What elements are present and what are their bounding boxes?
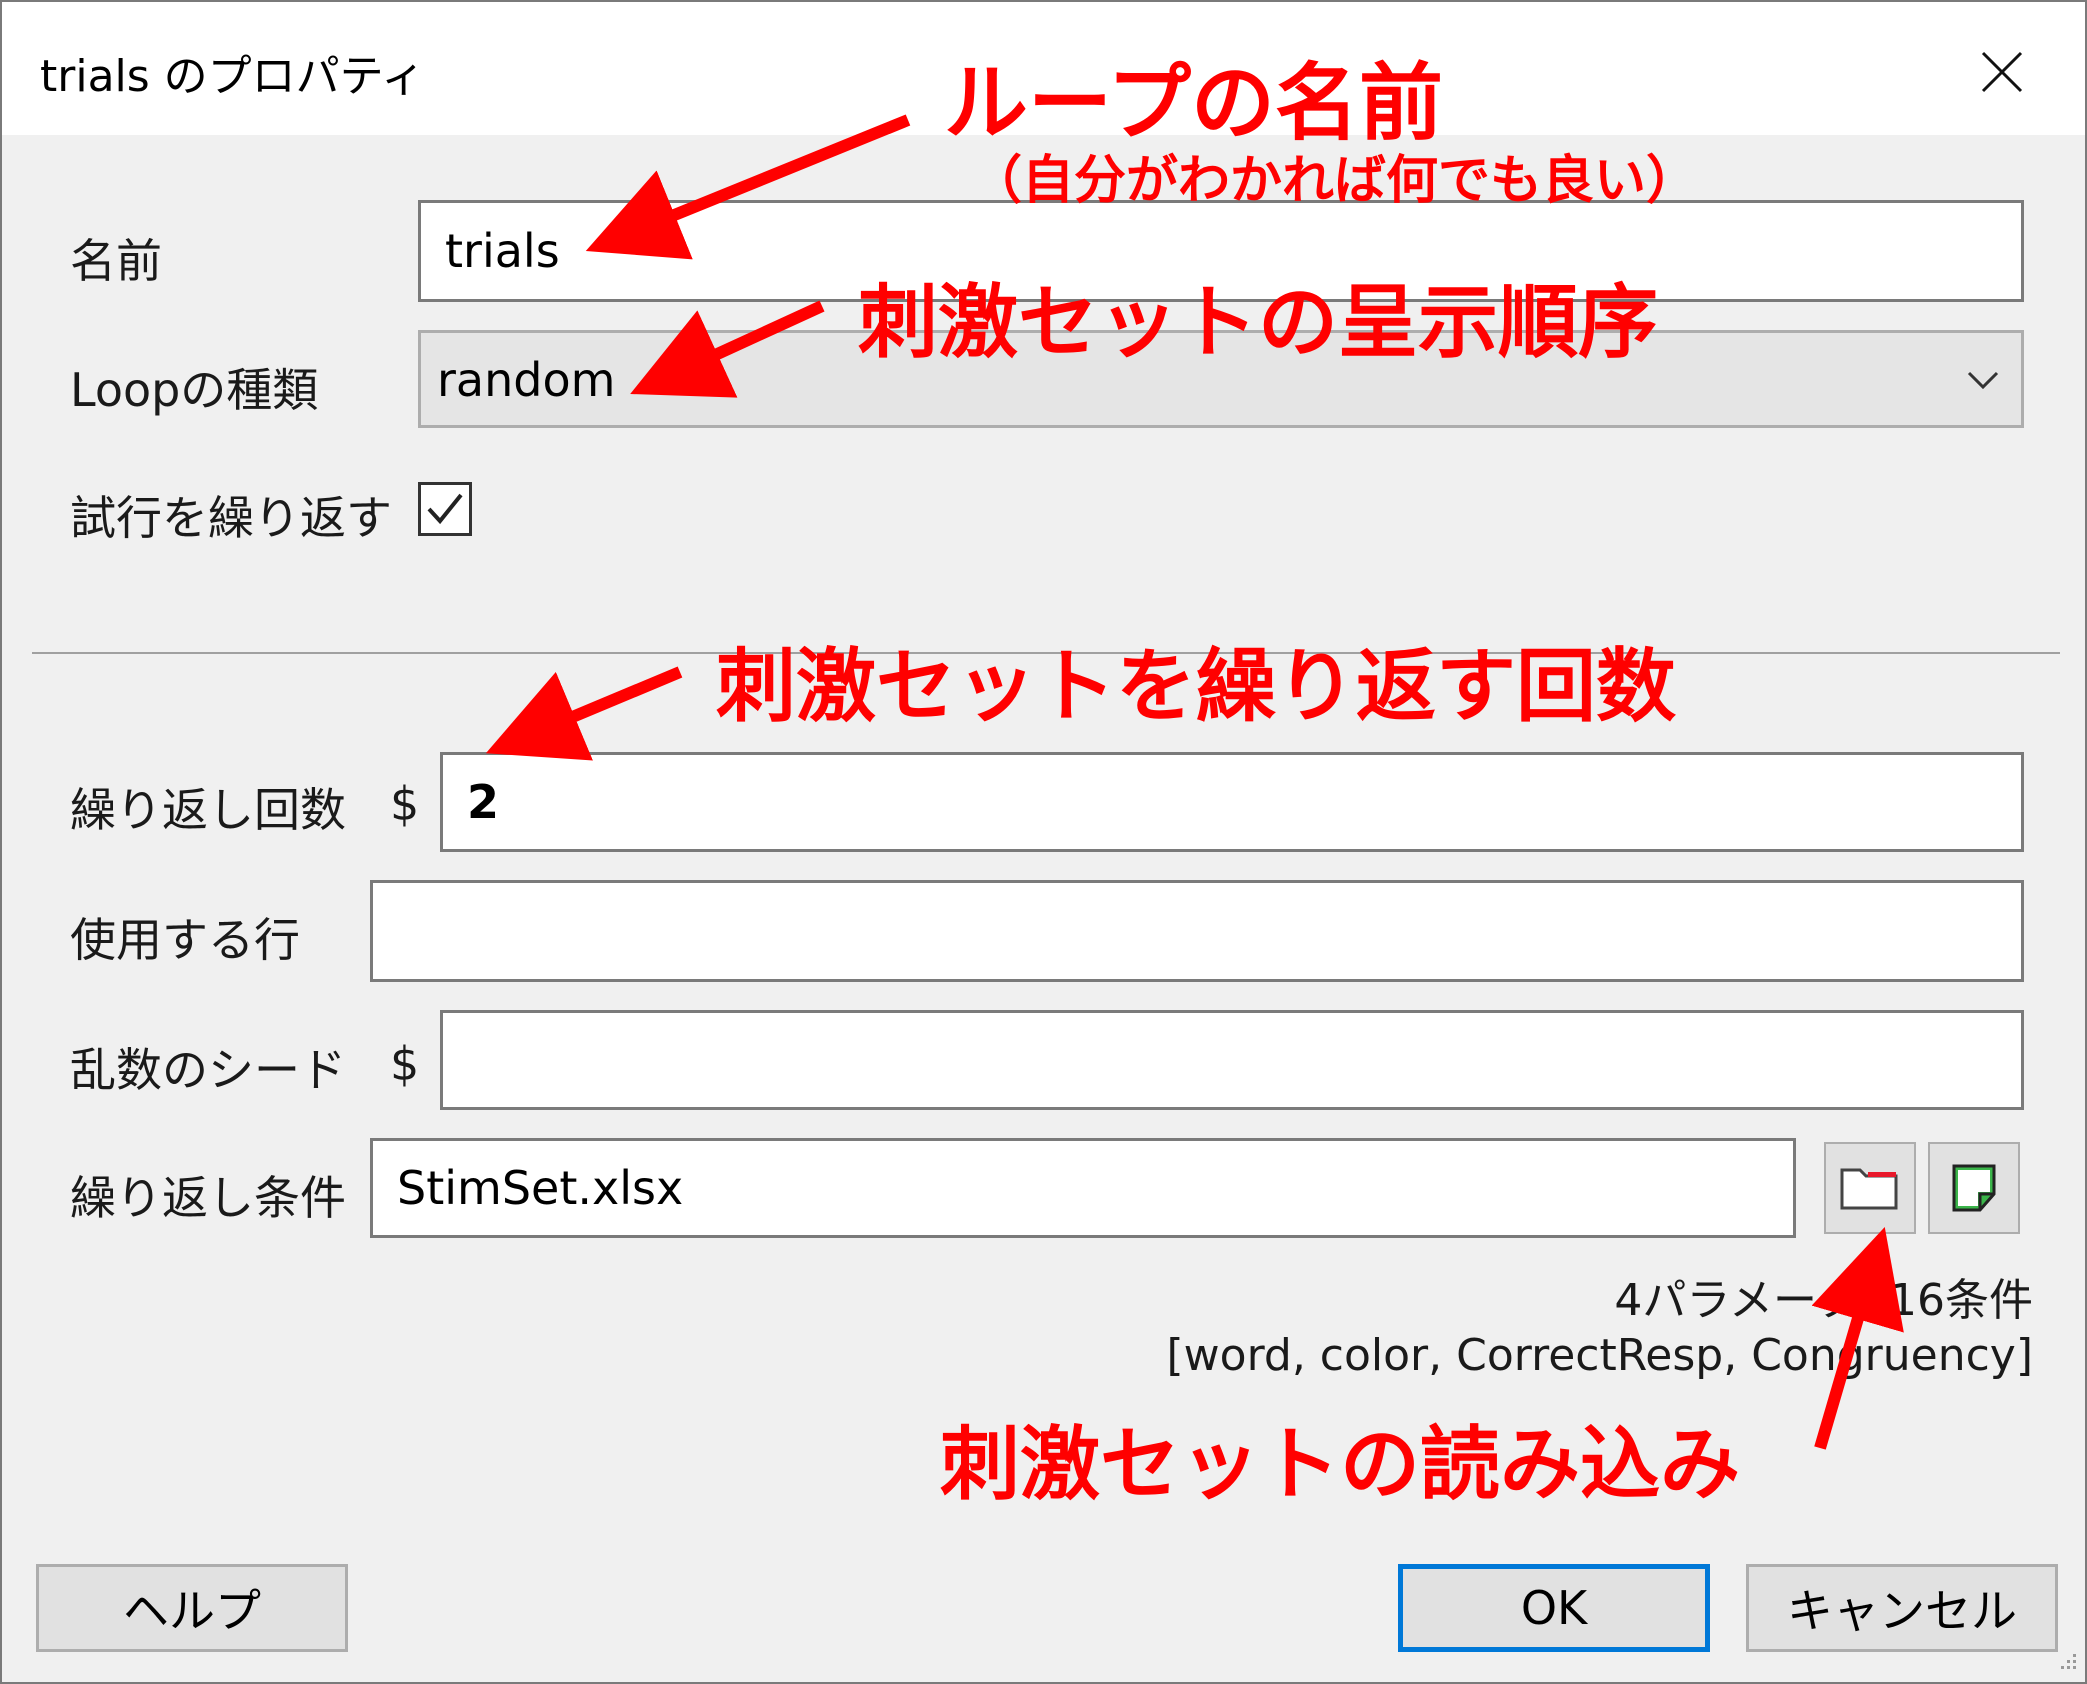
conditions-file-input[interactable] — [370, 1138, 1796, 1238]
sticky-note-icon — [1952, 1164, 1996, 1212]
preview-conditions-button[interactable] — [1928, 1142, 2020, 1234]
open-conditions-button[interactable] — [1824, 1142, 1916, 1234]
name-label: 名前 — [70, 234, 162, 288]
check-icon — [427, 493, 463, 525]
close-button[interactable] — [1962, 32, 2042, 112]
nreps-input[interactable] — [440, 752, 2024, 852]
help-button-label: ヘルプ — [123, 1584, 261, 1638]
help-button[interactable]: ヘルプ — [36, 1564, 348, 1652]
selected-rows-input[interactable] — [370, 880, 2024, 982]
annotation-order: 刺激セットの呈示順序 — [858, 276, 1658, 369]
resize-grip-icon[interactable] — [2053, 1650, 2079, 1676]
conditions-label: 繰り返し条件 — [70, 1171, 346, 1225]
annotation-load: 刺激セットの読み込み — [940, 1418, 1740, 1511]
conditions-summary: 4パラメータ, 16条件 — [1614, 1275, 2033, 1326]
cancel-button-label: キャンセル — [1787, 1584, 2017, 1638]
cancel-button[interactable]: キャンセル — [1746, 1564, 2058, 1652]
folder-open-icon — [1840, 1168, 1898, 1210]
conditions-params: [word, color, CorrectResp, Congruency] — [1166, 1330, 2034, 1381]
random-seed-input[interactable] — [440, 1010, 2024, 1110]
loop-type-value: random — [437, 353, 616, 407]
window-title: trials のプロパティ — [40, 51, 426, 102]
nreps-label: 繰り返し回数 — [70, 783, 346, 837]
repeat-trials-label: 試行を繰り返す — [70, 491, 392, 545]
annotation-reps: 刺激セットを繰り返す回数 — [716, 640, 1676, 733]
ok-button[interactable]: OK — [1398, 1564, 1710, 1652]
close-icon — [1981, 51, 2023, 93]
ok-button-label: OK — [1520, 1581, 1588, 1635]
random-seed-label: 乱数のシード — [70, 1043, 346, 1097]
loop-type-label: Loopの種類 — [70, 363, 319, 417]
repeat-trials-checkbox[interactable] — [418, 482, 472, 536]
nreps-dollar: $ — [390, 777, 420, 831]
random-seed-dollar: $ — [390, 1037, 420, 1091]
chevron-down-icon — [1967, 371, 1999, 390]
selected-rows-label: 使用する行 — [70, 913, 300, 967]
annotation-loop-name-note: （自分がわかれば何でも良い） — [970, 151, 1699, 211]
